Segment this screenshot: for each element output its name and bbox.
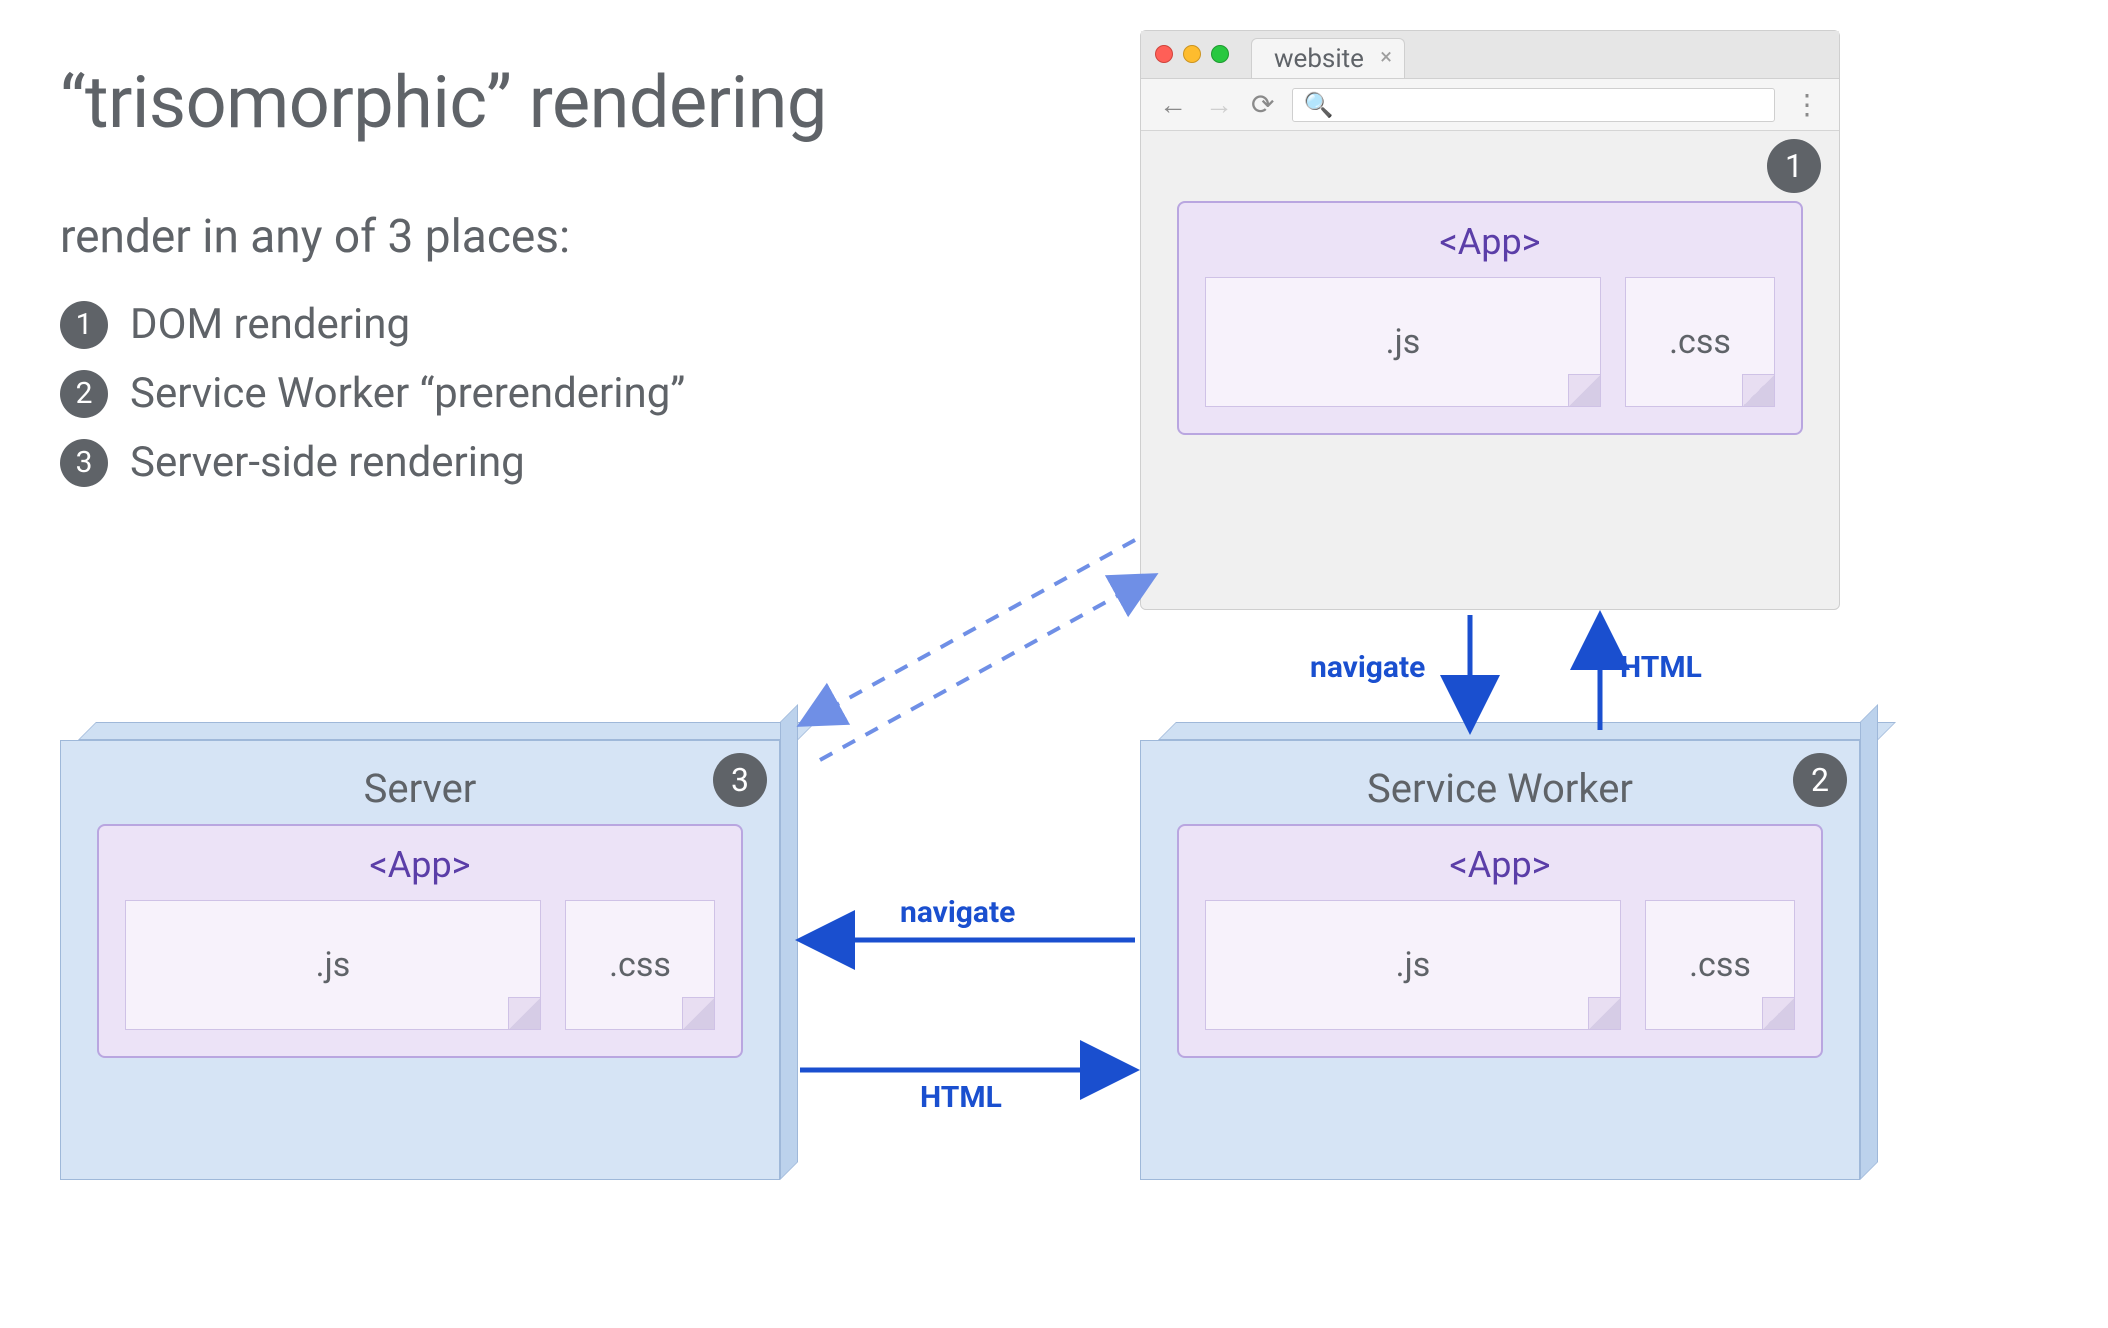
url-bar: 🔍 [1292,88,1775,122]
app-card: <App> .js .css [97,824,743,1058]
back-icon: ← [1159,88,1187,121]
edge-label-html: HTML [1620,650,1702,685]
browser-window: 1 website ← → ⟳ 🔍 ⋮ <App> .js [1140,30,1840,610]
node-number-badge: 1 [1767,139,1821,193]
places-list: 1 DOM rendering 2 Service Worker “preren… [60,300,685,507]
file-label: .css [1669,322,1731,362]
edge-label-navigate: navigate [900,895,1015,930]
app-card: <App> .js .css [1177,201,1803,435]
browser-tabbar: website [1141,31,1839,79]
css-file-icon: .css [1625,277,1775,407]
js-file-icon: .js [125,900,541,1030]
file-label: .js [316,945,351,985]
app-title: <App> [1205,221,1775,263]
diagram-title: “trisomorphic” rendering [60,60,827,145]
search-icon: 🔍 [1303,91,1333,119]
css-file-icon: .css [565,900,715,1030]
list-item: 2 Service Worker “prerendering” [60,369,685,418]
list-number-badge: 1 [60,301,108,349]
list-item-label: Service Worker “prerendering” [130,369,685,418]
list-item: 3 Server-side rendering [60,438,685,487]
diagram-subtitle: render in any of 3 places: [60,210,570,264]
forward-icon: → [1205,88,1233,121]
list-item-label: Server-side rendering [130,438,525,487]
app-title: <App> [1205,844,1795,886]
node-title: Server [97,765,743,812]
file-label: .js [1396,945,1431,985]
kebab-menu-icon: ⋮ [1793,88,1821,121]
list-number-badge: 3 [60,439,108,487]
reload-icon: ⟳ [1251,88,1274,121]
js-file-icon: .js [1205,277,1601,407]
edge-label-html: HTML [920,1080,1002,1115]
file-label: .js [1386,322,1421,362]
edge-label-navigate: navigate [1310,650,1425,685]
list-number-badge: 2 [60,370,108,418]
traffic-lights-icon [1155,45,1229,63]
app-title: <App> [125,844,715,886]
browser-tab-label: website [1274,44,1364,74]
browser-toolbar: ← → ⟳ 🔍 ⋮ [1141,79,1839,131]
css-file-icon: .css [1645,900,1795,1030]
file-label: .css [1689,945,1751,985]
browser-tab: website [1251,38,1405,78]
list-item-label: DOM rendering [130,300,410,349]
browser-viewport: <App> .js .css [1141,131,1839,481]
service-worker-node: 2 Service Worker <App> .js .css [1140,740,1860,1180]
app-card: <App> .js .css [1177,824,1823,1058]
node-title: Service Worker [1177,765,1823,812]
list-item: 1 DOM rendering [60,300,685,349]
server-node: 3 Server <App> .js .css [60,740,780,1180]
js-file-icon: .js [1205,900,1621,1030]
file-label: .css [609,945,671,985]
